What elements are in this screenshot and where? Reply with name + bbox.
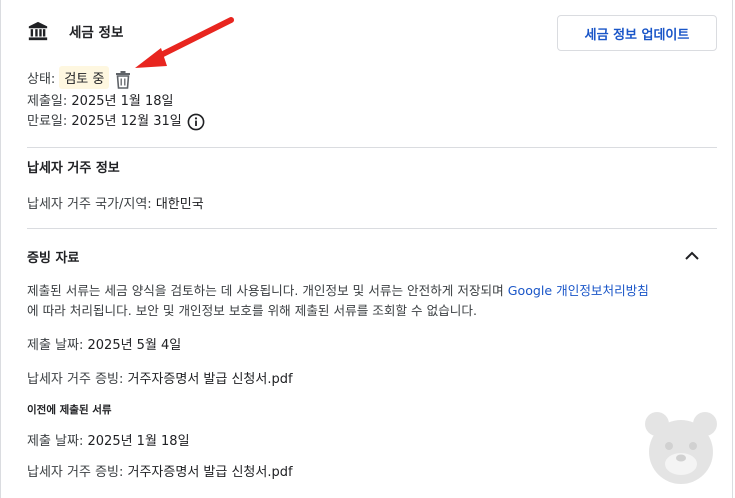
- info-icon[interactable]: [187, 113, 205, 131]
- expiry-row: 만료일: 2025년 12월 31일: [27, 110, 205, 131]
- residency-country-value: 대한민국: [155, 197, 204, 212]
- submitted-row: 제출일: 2025년 1월 18일: [27, 90, 173, 109]
- bank-icon: [28, 21, 48, 41]
- submitted-label: 제출일:: [27, 94, 68, 109]
- evidence-description-1: 제출된 서류는 세금 양식을 검토하는 데 사용됩니다. 개인정보 및 서류는 …: [27, 283, 504, 298]
- chevron-up-icon[interactable]: [683, 247, 701, 265]
- expiry-label: 만료일:: [27, 114, 68, 129]
- previous-docs-title: 이전에 제출된 서류: [27, 404, 112, 416]
- tax-info-header: 세금 정보: [27, 20, 123, 42]
- residency-country-label: 납세자 거주 국가/지역:: [27, 197, 152, 212]
- tax-info-title: 세금 정보: [69, 25, 124, 41]
- previous-doc-value: 거주자증명서 발급 신청서.pdf: [127, 465, 293, 480]
- current-date-label: 제출 날짜:: [27, 338, 84, 353]
- update-tax-info-button[interactable]: 세금 정보 업데이트: [557, 15, 717, 51]
- current-doc-value: 거주자증명서 발급 신청서.pdf: [127, 372, 293, 387]
- divider-2: [27, 228, 717, 229]
- previous-doc-label: 납세자 거주 증빙:: [27, 465, 124, 480]
- status-label: 상태:: [27, 72, 56, 87]
- evidence-description: 제출된 서류는 세금 양식을 검토하는 데 사용됩니다. 개인정보 및 서류는 …: [27, 281, 727, 321]
- residency-country-row: 납세자 거주 국가/지역: 대한민국: [27, 193, 204, 212]
- current-date-row: 제출 날짜: 2025년 5월 4일: [27, 334, 181, 353]
- previous-date-row: 제출 날짜: 2025년 1월 18일: [27, 430, 190, 449]
- status-row: 상태: 검토 중: [27, 66, 131, 89]
- red-arrow-annotation: [135, 17, 234, 68]
- previous-doc-row: 납세자 거주 증빙: 거주자증명서 발급 신청서.pdf: [27, 461, 293, 480]
- evidence-description-2: 에 따라 처리됩니다. 보안 및 개인정보 보호를 위해 제출된 서류를 조회할…: [27, 303, 477, 318]
- submitted-value: 2025년 1월 18일: [71, 94, 174, 109]
- residency-title: 납세자 거주 정보: [27, 161, 120, 176]
- previous-date-value: 2025년 1월 18일: [87, 434, 190, 449]
- privacy-policy-link[interactable]: Google 개인정보처리방침: [508, 283, 649, 298]
- current-doc-row: 납세자 거주 증빙: 거주자증명서 발급 신청서.pdf: [27, 368, 293, 387]
- evidence-title: 증빙 자료: [27, 251, 80, 266]
- divider-1: [27, 147, 717, 148]
- expiry-value: 2025년 12월 31일: [71, 114, 182, 129]
- previous-date-label: 제출 날짜:: [27, 434, 84, 449]
- tax-info-card: 세금 정보 세금 정보 업데이트 상태: 검토 중 제출일: 2025년 1월 1…: [0, 0, 733, 498]
- bear-watermark-icon: [645, 412, 717, 484]
- current-doc-label: 납세자 거주 증빙:: [27, 372, 124, 387]
- current-date-value: 2025년 5월 4일: [87, 338, 182, 353]
- status-badge: 검토 중: [59, 66, 110, 89]
